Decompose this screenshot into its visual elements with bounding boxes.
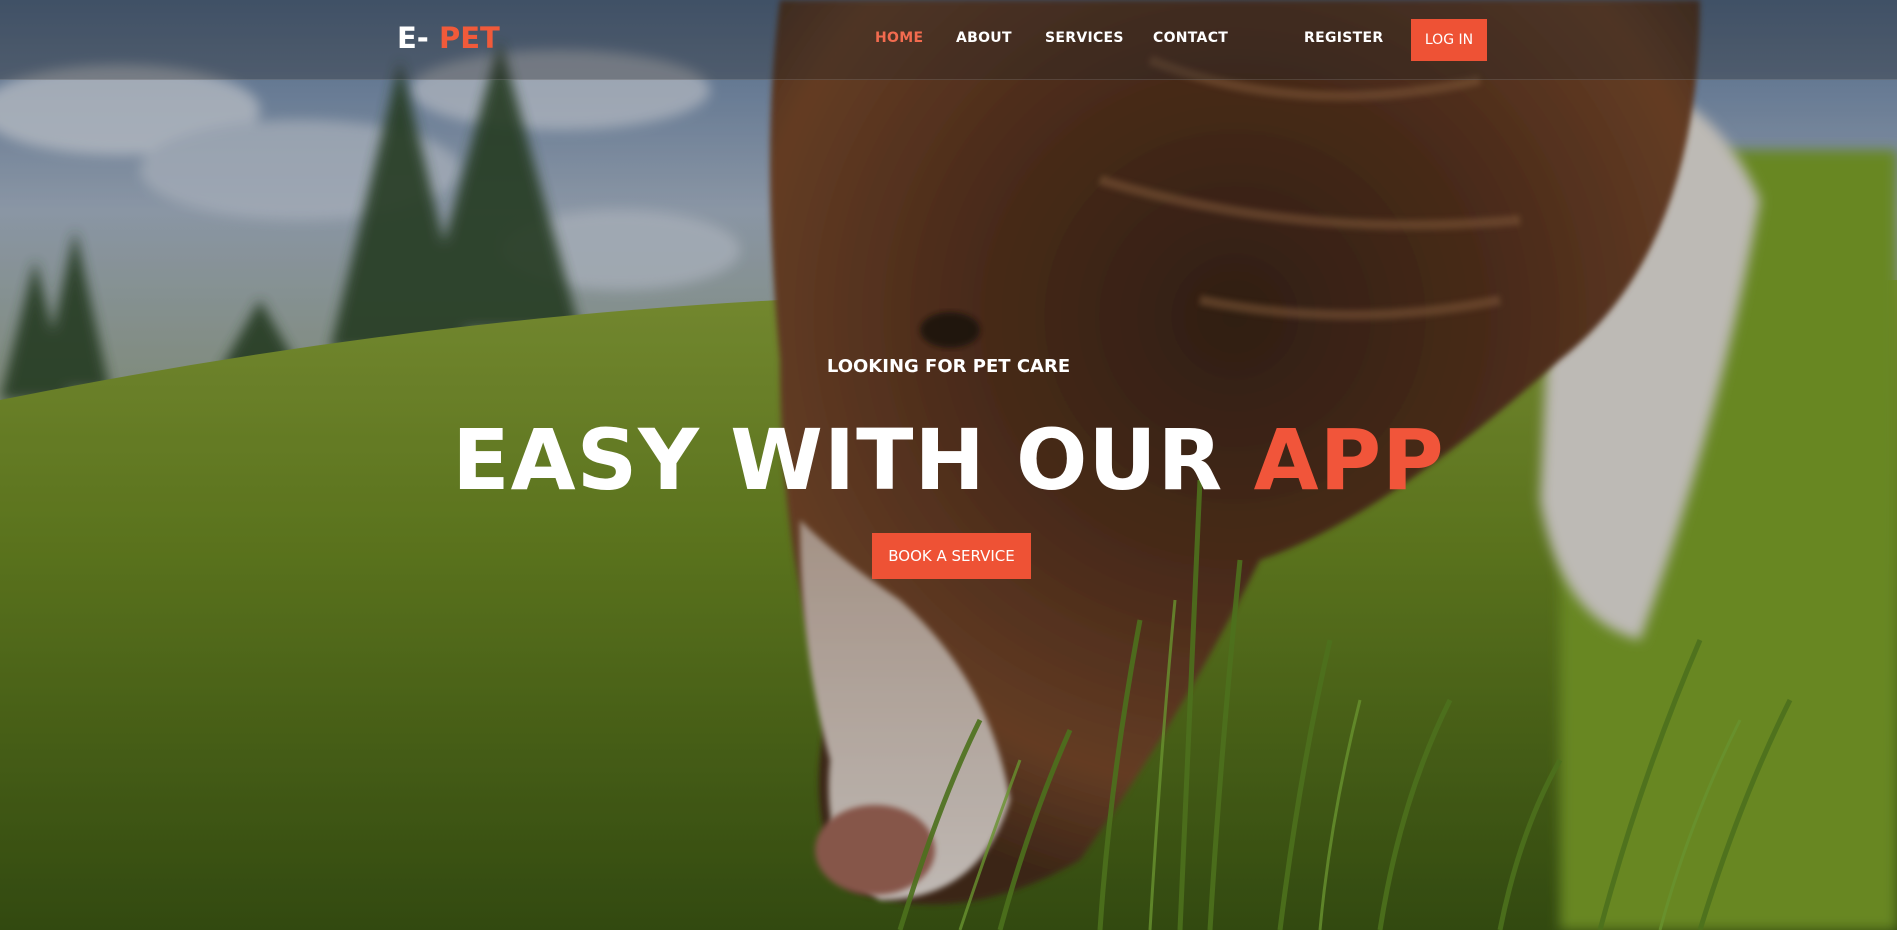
- nav-services-link[interactable]: SERVICES: [1045, 29, 1124, 47]
- headline-main: EASY WITH OUR: [452, 411, 1224, 509]
- logo-accent: PET: [438, 21, 500, 55]
- top-navbar: E- PET HOME ABOUT SERVICES CONTACT REGIS…: [0, 0, 1897, 80]
- nav-register-link[interactable]: REGISTER: [1304, 29, 1383, 47]
- logo-prefix: E-: [397, 21, 429, 55]
- login-button[interactable]: LOG IN: [1411, 19, 1487, 61]
- hero-kicker: LOOKING FOR PET CARE: [826, 356, 1071, 377]
- book-service-button[interactable]: BOOK A SERVICE: [872, 533, 1031, 579]
- headline-accent: APP: [1253, 411, 1445, 509]
- nav-contact-link[interactable]: CONTACT: [1153, 29, 1228, 47]
- site-logo[interactable]: E- PET: [397, 20, 500, 56]
- nav-home-link[interactable]: HOME: [875, 29, 923, 47]
- nav-about-link[interactable]: ABOUT: [956, 29, 1012, 47]
- hero-headline: EASY WITH OUR APP: [0, 410, 1897, 510]
